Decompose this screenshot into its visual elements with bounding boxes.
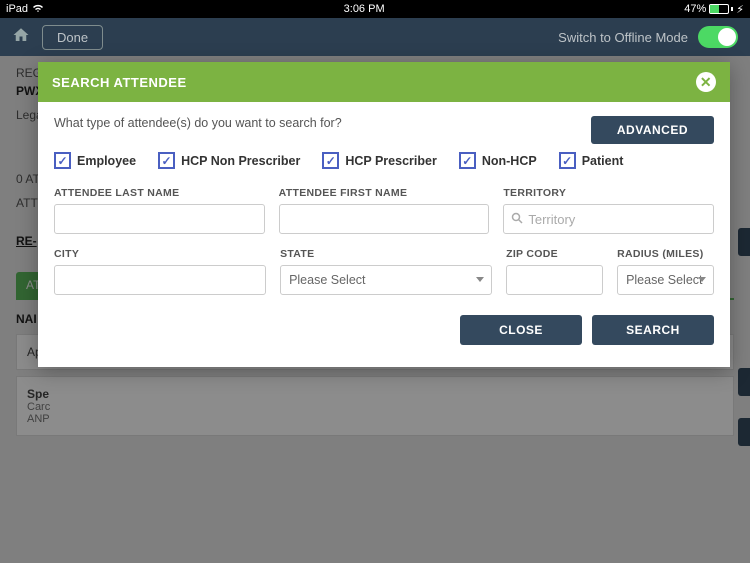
first-name-input[interactable] <box>279 204 490 234</box>
status-right: 47% ⚡︎ <box>684 3 744 16</box>
checkbox-icon: ✓ <box>158 152 175 169</box>
chevron-down-icon <box>476 277 484 282</box>
wifi-icon <box>32 3 44 16</box>
checkbox-icon: ✓ <box>54 152 71 169</box>
home-icon[interactable] <box>12 26 30 49</box>
search-prompt: What type of attendee(s) do you want to … <box>54 116 342 130</box>
state-select[interactable]: Please Select <box>280 265 492 295</box>
status-bar: iPad 3:06 PM 47% ⚡︎ <box>0 0 750 18</box>
label-zip: ZIP CODE <box>506 248 603 260</box>
label-last-name: ATTENDEE LAST NAME <box>54 187 265 199</box>
checkbox-icon: ✓ <box>459 152 476 169</box>
label-first-name: ATTENDEE FIRST NAME <box>279 187 490 199</box>
label-radius: RADIUS (MILES) <box>617 248 714 260</box>
battery-pct: 47% <box>684 3 706 15</box>
check-patient[interactable]: ✓ Patient <box>559 152 624 169</box>
label-state: STATE <box>280 248 492 260</box>
offline-toggle[interactable] <box>698 26 738 48</box>
close-icon[interactable]: ✕ <box>696 72 716 92</box>
check-non-hcp[interactable]: ✓ Non-HCP <box>459 152 537 169</box>
modal-header: SEARCH ATTENDEE ✕ <box>38 62 730 102</box>
radius-select[interactable]: Please Select <box>617 265 714 295</box>
advanced-button[interactable]: ADVANCED <box>591 116 714 144</box>
done-button[interactable]: Done <box>42 25 103 50</box>
search-button[interactable]: SEARCH <box>592 315 714 345</box>
checkbox-icon: ✓ <box>322 152 339 169</box>
status-time: 3:06 PM <box>344 3 385 15</box>
carrier-label: iPad <box>6 3 28 15</box>
check-hcp-non-prescriber[interactable]: ✓ HCP Non Prescriber <box>158 152 300 169</box>
zip-input[interactable] <box>506 265 603 295</box>
status-left: iPad <box>6 3 44 16</box>
battery-icon <box>709 4 733 14</box>
search-attendee-modal: SEARCH ATTENDEE ✕ What type of attendee(… <box>38 62 730 367</box>
city-input[interactable] <box>54 265 266 295</box>
close-button[interactable]: CLOSE <box>460 315 582 345</box>
search-icon <box>511 212 523 227</box>
check-hcp-prescriber[interactable]: ✓ HCP Prescriber <box>322 152 437 169</box>
chevron-down-icon <box>698 277 706 282</box>
offline-label: Switch to Offline Mode <box>558 30 688 45</box>
charging-icon: ⚡︎ <box>736 3 744 16</box>
modal-title: SEARCH ATTENDEE <box>52 75 187 90</box>
last-name-input[interactable] <box>54 204 265 234</box>
check-employee[interactable]: ✓ Employee <box>54 152 136 169</box>
nav-bar: Done Switch to Offline Mode <box>0 18 750 56</box>
territory-input[interactable] <box>503 204 714 234</box>
label-city: CITY <box>54 248 266 260</box>
attendee-type-checks: ✓ Employee ✓ HCP Non Prescriber ✓ HCP Pr… <box>54 152 714 169</box>
label-territory: TERRITORY <box>503 187 714 199</box>
checkbox-icon: ✓ <box>559 152 576 169</box>
